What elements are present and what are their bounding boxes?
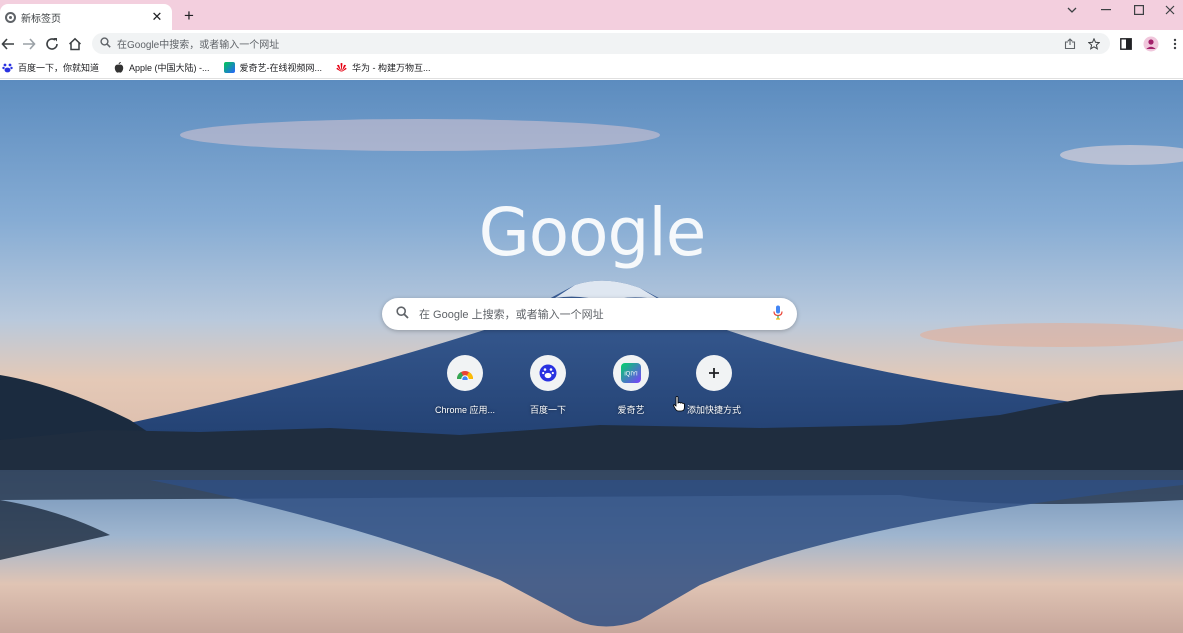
plus-icon (696, 355, 732, 391)
search-placeholder: 在 Google 上搜索，或者输入一个网址 (419, 309, 604, 321)
bookmark-apple[interactable]: Apple (中国大陆) -... (113, 61, 210, 74)
forward-icon[interactable] (19, 34, 39, 54)
minimize-button[interactable] (1089, 0, 1123, 20)
bookmark-baidu[interactable]: 百度一下，你就知道 (2, 61, 99, 74)
huawei-icon (336, 62, 347, 73)
reload-icon[interactable] (42, 34, 62, 54)
new-tab-button[interactable]: + (180, 7, 198, 25)
shortcut-chrome-webstore[interactable]: Chrome 应用... (425, 355, 505, 416)
search-icon (396, 306, 409, 322)
star-icon[interactable] (1086, 36, 1102, 52)
bookmark-label: 爱奇艺-在线视频网... (239, 63, 323, 73)
bookmark-label: 华为 - 构建万物互... (352, 63, 431, 73)
tab-close-icon[interactable]: ✕ (150, 9, 164, 25)
back-icon[interactable] (0, 34, 18, 54)
shortcut-label: 添加快捷方式 (686, 405, 741, 415)
close-window-button[interactable] (1156, 0, 1183, 20)
hand-cursor-icon (673, 396, 685, 412)
shortcut-iqiyi[interactable]: iQIYI 爱奇艺 (591, 355, 671, 416)
toolbar: 在Google中搜索，或者输入一个网址 (0, 30, 1183, 57)
shortcut-label: Chrome 应用... (434, 405, 495, 415)
google-logo: Google (478, 193, 707, 271)
bookmarks-bar: 百度一下，你就知道 Apple (中国大陆) -... 爱奇艺-在线视频网...… (0, 57, 1183, 79)
menu-icon[interactable] (1165, 34, 1183, 54)
chrome-icon (5, 11, 16, 23)
baidu-icon (530, 355, 566, 391)
iqiyi-badge-text: iQIYI (624, 372, 638, 378)
shortcut-label: 爱奇艺 (617, 405, 645, 415)
search-icon (100, 36, 111, 51)
share-icon[interactable] (1062, 36, 1078, 52)
tab-title: 新标签页 (21, 13, 61, 25)
shortcut-baidu[interactable]: 百度一下 (508, 355, 588, 416)
profile-icon[interactable] (1141, 34, 1161, 54)
chrome-webstore-icon (447, 355, 483, 391)
baidu-icon (2, 62, 13, 73)
add-shortcut-button[interactable]: 添加快捷方式 (674, 355, 754, 416)
bookmark-iqiyi[interactable]: 爱奇艺-在线视频网... (223, 61, 323, 74)
bookmark-label: Apple (中国大陆) -... (129, 63, 210, 73)
omnibox[interactable]: 在Google中搜索，或者输入一个网址 (92, 33, 1110, 54)
title-bar: 新标签页 ✕ + (0, 0, 1183, 30)
apple-icon (113, 62, 124, 73)
search-box[interactable]: 在 Google 上搜索，或者输入一个网址 (382, 298, 797, 330)
bookmark-huawei[interactable]: 华为 - 构建万物互... (336, 61, 431, 74)
tab-new-tab[interactable]: 新标签页 ✕ (0, 4, 172, 30)
home-icon[interactable] (65, 34, 85, 54)
sidepanel-icon[interactable] (1116, 34, 1136, 54)
iqiyi-icon: iQIYI (613, 355, 649, 391)
omnibox-placeholder: 在Google中搜索，或者输入一个网址 (117, 40, 280, 51)
bookmark-label: 百度一下，你就知道 (18, 63, 100, 73)
shortcut-label: 百度一下 (529, 405, 566, 415)
iqiyi-icon (223, 62, 235, 73)
tab-search-icon[interactable] (1055, 0, 1089, 20)
maximize-button[interactable] (1122, 0, 1156, 20)
microphone-icon[interactable] (773, 305, 783, 323)
